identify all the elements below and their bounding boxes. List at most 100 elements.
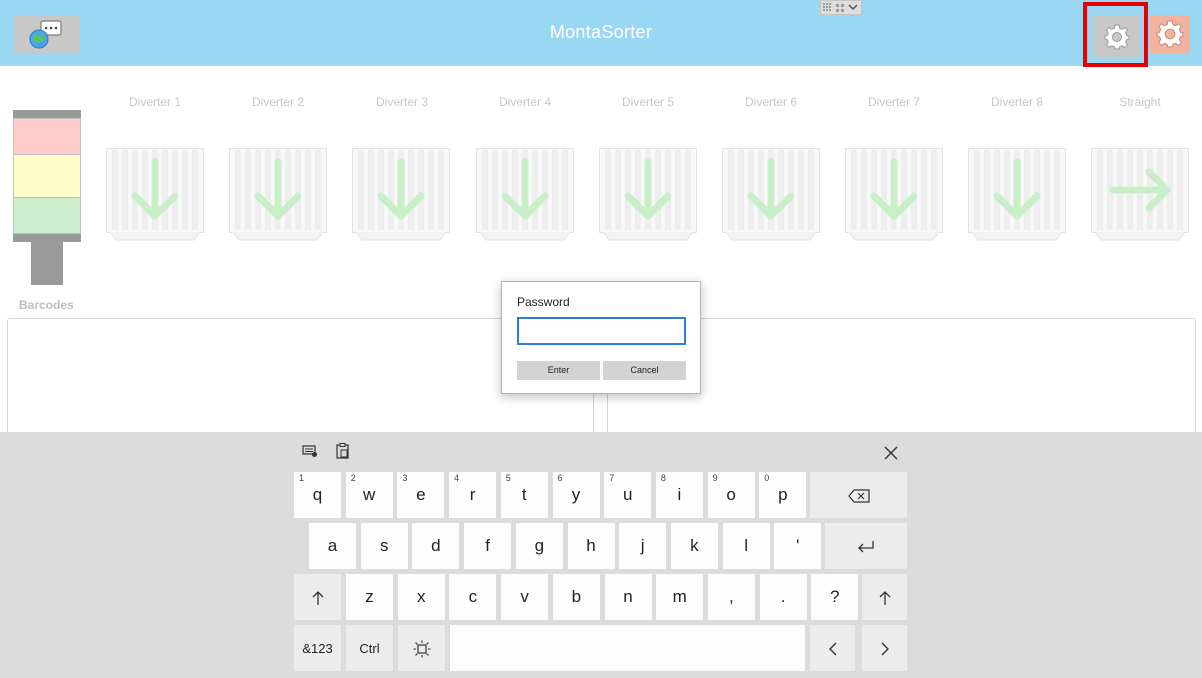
diverter-label: Diverter 5	[621, 95, 674, 109]
diverter-label: Diverter 4	[498, 95, 551, 109]
key[interactable]: h	[567, 523, 615, 569]
key-hint: 1	[299, 473, 305, 483]
key-hint: 4	[454, 473, 460, 483]
numbers-key[interactable]: &123	[294, 625, 341, 671]
key-label: n	[623, 587, 633, 606]
backspace-icon	[847, 488, 870, 503]
key-label: &123	[302, 641, 333, 656]
key[interactable]: 4r	[449, 472, 497, 518]
password-dialog: Password Enter Cancel	[501, 281, 701, 394]
ctrl-key[interactable]: Ctrl	[346, 625, 393, 671]
settings2-button[interactable]	[1150, 15, 1190, 53]
enter-key[interactable]	[825, 523, 907, 569]
diverter-tile[interactable]	[959, 148, 1066, 241]
enter-button[interactable]: Enter	[517, 361, 600, 380]
key-hint: 7	[609, 473, 615, 483]
diverter-label: Diverter 1	[128, 95, 181, 109]
key[interactable]: g	[515, 523, 563, 569]
diverter-tile[interactable]	[713, 148, 820, 241]
shift-key[interactable]	[294, 574, 341, 620]
key[interactable]: s	[360, 523, 408, 569]
key-hint: 9	[712, 473, 718, 483]
key[interactable]: 8i	[655, 472, 703, 518]
shift-icon	[879, 590, 890, 605]
diverter-tile[interactable]	[220, 148, 327, 241]
key-label: g	[534, 536, 545, 555]
key[interactable]: b	[552, 574, 600, 620]
right-arrow-key[interactable]	[862, 625, 907, 671]
diverter-tile[interactable]	[97, 148, 204, 241]
key[interactable]: j	[619, 523, 667, 569]
key[interactable]: c	[449, 574, 497, 620]
key-hint: 0	[764, 473, 770, 483]
key-label: m	[672, 587, 687, 606]
key[interactable]: 2w	[345, 472, 393, 518]
key[interactable]: v	[501, 574, 549, 620]
key-hint: 3	[402, 473, 408, 483]
key-label: '	[796, 536, 800, 555]
key[interactable]: 7u	[604, 472, 652, 518]
key[interactable]: a	[309, 523, 356, 569]
key[interactable]: .	[759, 574, 807, 620]
key-hint: 8	[660, 473, 666, 483]
password-input[interactable]	[517, 317, 686, 345]
window-grip[interactable]	[820, 0, 862, 15]
diverter-tile[interactable]	[1082, 148, 1189, 241]
key-label: a	[327, 536, 338, 555]
key[interactable]: n	[604, 574, 652, 620]
diverter-label: Diverter 6	[744, 95, 797, 109]
touch-keyboard: 1 q 2 w 3 e 4 r 5 t 6 y 7 u 8 i 9 o 0 p a s d f g h j k l ' z x c v b n m,.?…	[0, 432, 1202, 678]
backspace-key[interactable]	[810, 472, 907, 518]
key-label: o	[726, 485, 736, 504]
key[interactable]: x	[397, 574, 445, 620]
key-label: q	[312, 485, 323, 504]
key-label: c	[468, 587, 478, 606]
keyboard-close-icon[interactable]	[880, 442, 902, 464]
key-label: i	[677, 485, 682, 504]
gear-icon	[1104, 24, 1130, 50]
diverter-tile[interactable]	[467, 148, 574, 241]
brightness-key[interactable]	[398, 625, 445, 671]
key[interactable]: f	[464, 523, 512, 569]
key[interactable]: 5t	[500, 472, 548, 518]
key[interactable]: ,	[707, 574, 755, 620]
diverter-tile[interactable]	[590, 148, 697, 241]
shift-key-right[interactable]	[862, 574, 907, 620]
enter-icon	[858, 540, 874, 552]
key-label: t	[521, 485, 527, 504]
barcodes-label: Barcodes	[19, 298, 74, 312]
key[interactable]: 1q	[294, 472, 341, 518]
brightness-icon	[413, 640, 430, 658]
clipboard-icon[interactable]	[334, 442, 352, 465]
diverter-label: Diverter 8	[990, 95, 1043, 109]
diverter-tile[interactable]	[836, 148, 943, 241]
key[interactable]: l	[722, 523, 770, 569]
cancel-button[interactable]: Cancel	[603, 361, 686, 380]
stack-light-pole	[31, 242, 63, 285]
key-label: e	[416, 485, 426, 504]
key[interactable]: ?	[811, 574, 859, 620]
left-arrow-key[interactable]	[810, 625, 855, 671]
stack-light-cap	[13, 110, 81, 118]
key[interactable]: 9o	[707, 472, 755, 518]
key[interactable]: z	[346, 574, 393, 620]
key[interactable]: 0p	[759, 472, 807, 518]
key[interactable]: d	[412, 523, 460, 569]
key[interactable]: k	[670, 523, 718, 569]
key[interactable]: m	[656, 574, 704, 620]
key-label: k	[690, 536, 699, 555]
key-hint: 6	[557, 473, 563, 483]
key[interactable]: '	[774, 523, 822, 569]
key-label: b	[571, 587, 582, 606]
key-label: d	[431, 536, 441, 555]
keyboard-settings-icon[interactable]	[301, 442, 319, 465]
key[interactable]: 6y	[552, 472, 600, 518]
key-label: Ctrl	[359, 641, 380, 656]
space-key[interactable]	[450, 625, 805, 671]
settings-button[interactable]	[1094, 15, 1139, 58]
stack-light-base	[13, 234, 81, 242]
key[interactable]: 3e	[397, 472, 445, 518]
key-label: f	[485, 536, 490, 555]
diverter-tile[interactable]	[343, 148, 450, 241]
diverter-label: Diverter 3	[375, 95, 428, 109]
